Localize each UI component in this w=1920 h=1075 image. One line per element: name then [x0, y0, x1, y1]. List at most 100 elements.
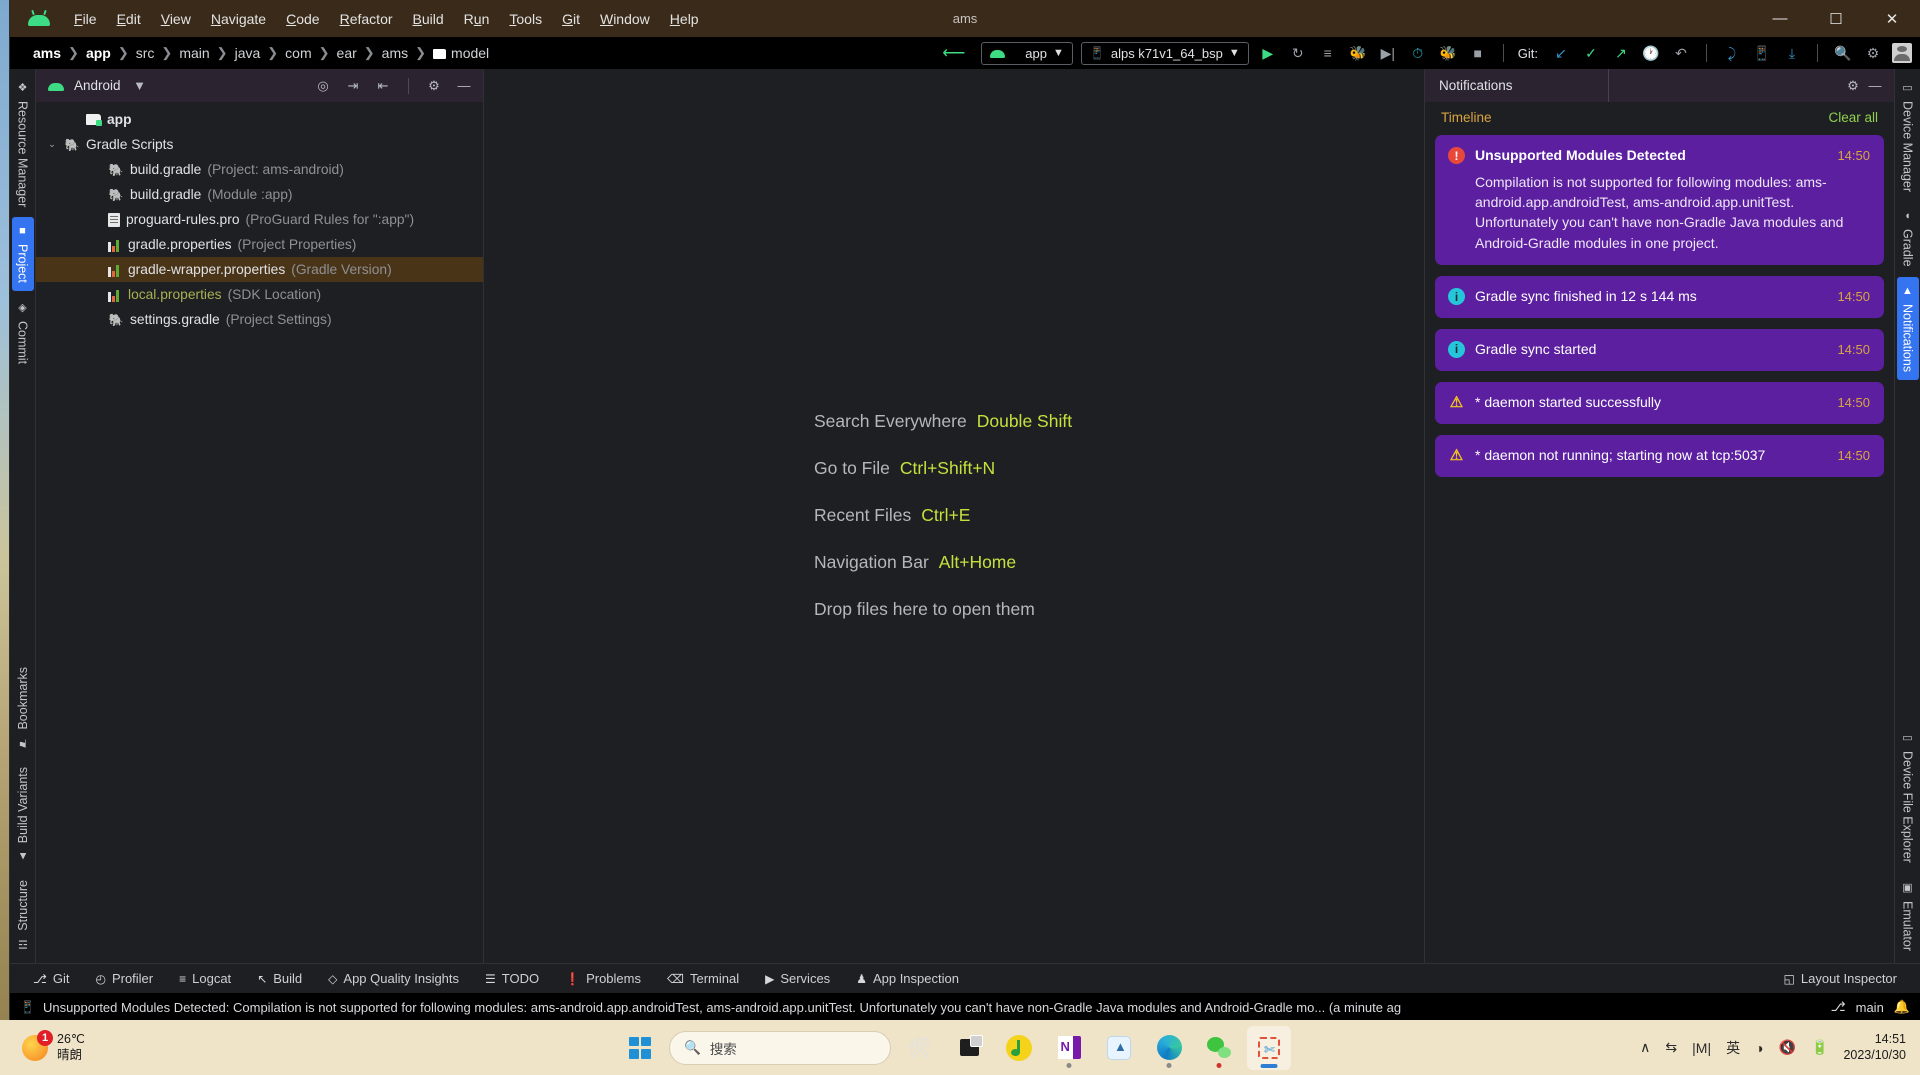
rail-item-gradle[interactable]: ◖ Gradle [1897, 202, 1919, 275]
notification-card[interactable]: ⚠ * daemon not running; starting now at t… [1435, 434, 1884, 477]
menu-navigate[interactable]: Navigate [201, 7, 276, 31]
minimize-icon[interactable]: — [453, 75, 475, 97]
menu-window[interactable]: Window [590, 7, 660, 31]
breadcrumb-item-ams[interactable]: ams [377, 45, 413, 61]
notification-icon[interactable]: 🔔 [1894, 999, 1910, 1015]
tool-window-app-quality-insights[interactable]: ◇ App Quality Insights [315, 964, 472, 994]
git-history-icon[interactable]: 🕐 [1640, 42, 1662, 64]
device-selector[interactable]: 📱 alps k71v1_64_bsp ▼ [1080, 41, 1249, 65]
task-view-icon[interactable] [947, 1026, 991, 1070]
android-studio-icon[interactable]: ▲ [1097, 1026, 1141, 1070]
tool-window-git[interactable]: ⎇ Git [20, 964, 82, 994]
rail-item-emulator[interactable]: ▣ Emulator [1897, 873, 1919, 959]
snipping-tool-icon[interactable]: ✄ [1247, 1025, 1291, 1070]
minimize-button[interactable]: — [1752, 0, 1808, 37]
menu-file[interactable]: File [64, 7, 107, 31]
breadcrumb-item-java[interactable]: java [230, 45, 266, 61]
rail-item-project[interactable]: ■ Project [11, 217, 34, 292]
menu-view[interactable]: View [151, 7, 201, 31]
notification-card[interactable]: ! Unsupported Modules Detected 14:50 Compil… [1435, 135, 1884, 266]
event-log-icon[interactable]: 📱 [20, 1000, 35, 1014]
profiler-icon[interactable]: ⏱ [1407, 42, 1429, 64]
rerun-icon[interactable]: ↻ [1287, 42, 1309, 64]
network-transfer-icon[interactable]: ⇆ [1665, 1039, 1677, 1056]
select-opened-file-icon[interactable]: ◎ [312, 75, 334, 97]
tree-node-build-gradle[interactable]: 🐘 build.gradle (Project: ams-android) [36, 157, 483, 182]
menu-run[interactable]: Run [454, 7, 500, 31]
clear-all-button[interactable]: Clear all [1828, 110, 1878, 125]
git-push-icon[interactable]: ↗ [1610, 42, 1632, 64]
volume-muted-icon[interactable]: 🔇 [1779, 1039, 1796, 1056]
git-commit-icon[interactable]: ✓ [1580, 42, 1602, 64]
breadcrumb-item-app[interactable]: app [81, 45, 116, 61]
search-icon[interactable]: 🔍 [1832, 42, 1854, 64]
rail-item-build-variants[interactable]: ▲ Build Variants [12, 759, 34, 870]
tree-node-settings-gradle[interactable]: 🐘 settings.gradle (Project Settings) [36, 307, 483, 332]
expand-all-icon[interactable]: ⇥ [342, 75, 364, 97]
chevron-down-icon[interactable]: ▼ [129, 75, 151, 97]
breadcrumb-item-ams[interactable]: ams [28, 45, 66, 61]
menu-code[interactable]: Code [276, 7, 329, 31]
tree-node-proguard-rules-pro[interactable]: proguard-rules.pro (ProGuard Rules for "… [36, 207, 483, 232]
git-update-icon[interactable]: ↙ [1550, 42, 1572, 64]
tree-node-build-gradle[interactable]: 🐘 build.gradle (Module :app) [36, 182, 483, 207]
menu-edit[interactable]: Edit [107, 7, 151, 31]
rail-item-device-manager[interactable]: ▭ Device Manager [1897, 73, 1919, 200]
wechat-icon[interactable] [1197, 1026, 1241, 1070]
tool-window-todo[interactable]: ☰ TODO [472, 964, 552, 994]
run-configuration-selector[interactable]: app ▼ [981, 41, 1073, 65]
qq-music-icon[interactable] [997, 1026, 1041, 1070]
close-button[interactable]: ✕ [1864, 0, 1920, 37]
menu-tools[interactable]: Tools [499, 7, 552, 31]
debug-button[interactable]: 🐝 [1347, 42, 1369, 64]
rail-item-notifications[interactable]: ▲ Notifications [1896, 276, 1919, 380]
editor-area[interactable]: Search Everywhere Double Shift Go to File C… [484, 69, 1424, 963]
gear-icon[interactable]: ⚙ [1842, 75, 1864, 97]
show-hidden-icons-icon[interactable]: ∧ [1640, 1039, 1650, 1056]
wifi-icon[interactable]: ◑ [1755, 1040, 1763, 1056]
tool-window-build[interactable]: ↖ Build [244, 964, 315, 994]
tree-node-local-properties[interactable]: local.properties (SDK Location) [36, 282, 483, 307]
tool-window-problems[interactable]: ❗ Problems [552, 964, 654, 994]
attach-debugger-icon[interactable]: ▶| [1377, 42, 1399, 64]
apply-changes-icon[interactable]: ≡ [1317, 42, 1339, 64]
taskbar-search-input[interactable]: 🔍 搜索 [669, 1030, 891, 1065]
stop-button[interactable]: ■ [1467, 42, 1489, 64]
tree-node-app[interactable]: app [36, 107, 483, 132]
breadcrumb-item-com[interactable]: com [280, 45, 316, 61]
avatar[interactable] [1892, 43, 1912, 63]
menu-git[interactable]: Git [552, 7, 590, 31]
notification-card[interactable]: i Gradle sync finished in 12 s 144 ms 14:5… [1435, 276, 1884, 318]
gear-icon[interactable]: ⚙ [1862, 42, 1884, 64]
tool-window-terminal[interactable]: ⌫ Terminal [654, 964, 752, 994]
rail-item-structure[interactable]: ☲ Structure [12, 872, 34, 959]
breadcrumb-item-src[interactable]: src [131, 45, 160, 61]
device-explorer-icon[interactable]: 📱 [1751, 42, 1773, 64]
menu-help[interactable]: Help [660, 7, 709, 31]
tools-image-thumbnail[interactable]: 🛠 [897, 1026, 941, 1070]
input-level-icon[interactable]: |M| [1692, 1040, 1711, 1056]
taskbar-clock[interactable]: 14:51 2023/10/30 [1843, 1032, 1906, 1063]
rail-item-resource-manager[interactable]: ❖ Resource Manager [12, 73, 34, 215]
branch-label[interactable]: main [1856, 1000, 1884, 1015]
rail-item-commit[interactable]: ◈ Commit [12, 293, 34, 372]
rail-item-device-file-explorer[interactable]: ▭ Device File Explorer [1897, 723, 1919, 871]
weather-widget[interactable]: 1 26℃ 晴朗 [0, 1029, 85, 1063]
breadcrumb-item-ear[interactable]: ear [332, 45, 362, 61]
rail-item-bookmarks[interactable]: ⚑ Bookmarks [12, 659, 34, 758]
device-mirroring-icon[interactable]: ⤸ [1721, 42, 1743, 64]
notification-card[interactable]: ⚠ * daemon started successfully 14:50 [1435, 381, 1884, 424]
status-message[interactable]: Unsupported Modules Detected: Compilatio… [43, 1000, 1401, 1015]
tool-window-profiler[interactable]: ◴ Profiler [82, 964, 166, 994]
menu-build[interactable]: Build [403, 7, 454, 31]
chevron-down-icon[interactable]: ⌄ [46, 139, 58, 150]
menu-refactor[interactable]: Refactor [330, 7, 403, 31]
microsoft-edge-icon[interactable] [1147, 1026, 1191, 1070]
collapse-all-icon[interactable]: ⇤ [372, 75, 394, 97]
sdk-download-icon[interactable]: ⤓ [1781, 42, 1803, 64]
tool-window-layout-inspector[interactable]: ◱ Layout Inspector [1771, 964, 1910, 994]
minimize-icon[interactable]: — [1864, 75, 1886, 97]
tool-window-logcat[interactable]: ≡ Logcat [166, 964, 244, 994]
notification-card[interactable]: i Gradle sync started 14:50 [1435, 328, 1884, 371]
gear-icon[interactable]: ⚙ [423, 75, 445, 97]
